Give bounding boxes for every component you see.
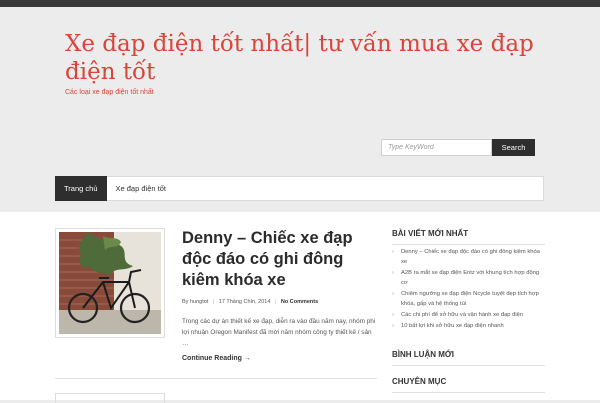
arrow-icon: › xyxy=(392,249,394,255)
arrow-icon: › xyxy=(392,270,394,276)
recent-post-link[interactable]: 10 bất lợi khi sở hữu xe đạp điện nhanh xyxy=(401,323,504,329)
categories-title: CHUYÊN MỤC xyxy=(392,377,545,393)
bicycle-photo xyxy=(59,232,161,334)
post-meta: By hungtot | 17 Tháng Chín, 2014 | No Co… xyxy=(182,299,318,305)
recent-post-item[interactable]: › Các chi phí để sở hữu và vận hành xe đạ… xyxy=(392,310,545,320)
meta-separator: | xyxy=(212,299,215,305)
search-button[interactable]: Search xyxy=(492,139,535,156)
post-comments-link[interactable]: No Comments xyxy=(281,299,318,305)
post-meta-prefix: By xyxy=(182,299,189,305)
post-thumbnail[interactable] xyxy=(55,228,165,338)
recent-posts-title: BÀI VIẾT MỚI NHẤT xyxy=(392,229,545,245)
next-post-thumbnail[interactable] xyxy=(55,393,165,403)
recent-post-link[interactable]: Chiêm ngưỡng xe đạp điện Ncycle tuyệt đẹ… xyxy=(401,291,539,307)
post-excerpt: Trong các dự án thiết kế xe đạp, diễn ra… xyxy=(182,318,376,347)
recent-post-item[interactable]: › Chiêm ngưỡng xe đạp điện Ncycle tuyệt đ… xyxy=(392,289,545,309)
recent-post-link[interactable]: Denny – Chiếc xe đạp độc đáo có ghi đông… xyxy=(401,249,540,265)
recent-post-item[interactable]: › A2B ra mắt xe đạp điện Entz với khung t… xyxy=(392,268,545,288)
post-author[interactable]: hungtot xyxy=(190,299,208,305)
arrow-icon: › xyxy=(392,323,394,329)
site-tagline: Các loại xe đạp điện tốt nhất xyxy=(65,89,154,96)
nav-item-home[interactable]: Trang chủ xyxy=(55,176,107,201)
recent-post-link[interactable]: Các chi phí để sở hữu và vận hành xe đạp… xyxy=(401,312,523,318)
main-navigation: Trang chủ Xe đạp điện tốt xyxy=(55,176,544,201)
site-title[interactable]: Xe đạp điện tốt nhất| tư vấn mua xe đạp … xyxy=(65,30,545,86)
arrow-icon: › xyxy=(392,291,394,297)
top-bar xyxy=(0,0,600,7)
search-input[interactable] xyxy=(381,139,492,156)
recent-comments-title: BÌNH LUẬN MỚI xyxy=(392,350,545,366)
recent-posts-list: › Denny – Chiếc xe đạp độc đáo có ghi đôn… xyxy=(392,247,545,332)
recent-post-item[interactable]: › 10 bất lợi khi sở hữu xe đạp điện nhanh xyxy=(392,321,545,331)
post-divider xyxy=(55,378,377,379)
recent-post-item[interactable]: › Denny – Chiếc xe đạp độc đáo có ghi đôn… xyxy=(392,247,545,267)
post-title[interactable]: Denny – Chiếc xe đạp độc đáo có ghi đông… xyxy=(182,228,377,291)
nav-item-good-ebikes[interactable]: Xe đạp điện tốt xyxy=(107,177,175,200)
meta-separator: | xyxy=(274,299,277,305)
post-date: 17 Tháng Chín, 2014 xyxy=(218,299,271,305)
recent-post-link[interactable]: A2B ra mắt xe đạp điện Entz với khung tí… xyxy=(401,270,539,286)
arrow-icon: › xyxy=(392,312,394,318)
read-more-link[interactable]: Continue Reading → xyxy=(182,355,251,362)
